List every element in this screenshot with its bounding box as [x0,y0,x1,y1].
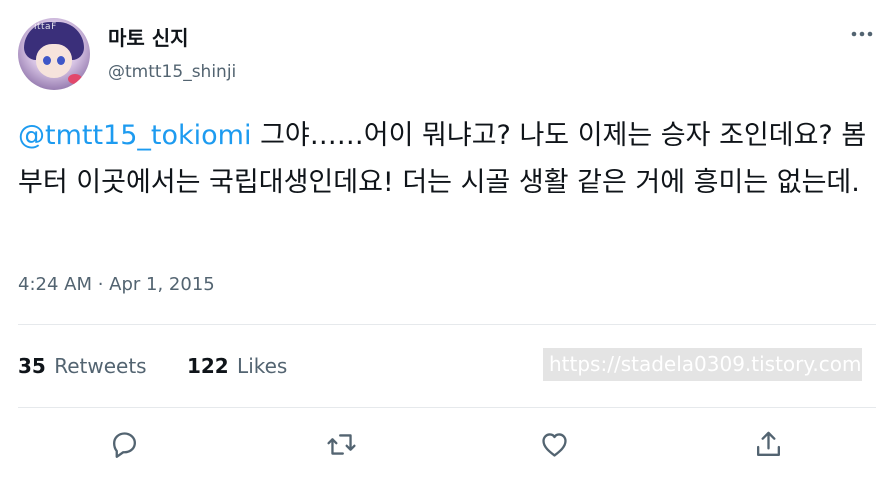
tweet-text: @tmtt15_tokiomi 그야……어이 뭐냐고? 나도 이제는 승자 조인… [18,112,878,206]
avatar-face [36,44,72,78]
likes-label: Likes [237,354,288,378]
retweet-icon [326,433,356,455]
retweet-button[interactable] [321,424,361,464]
user-handle[interactable]: @tmtt15_shinji [108,62,236,82]
mention-link[interactable]: @tmtt15_tokiomi [18,120,251,151]
retweets-label: Retweets [54,354,147,378]
avatar-logo-text: ittaF [34,22,57,32]
heart-icon [541,432,567,457]
retweets-count: 35 [18,354,46,378]
like-button[interactable] [534,424,574,464]
avatar-eye-right [57,56,65,65]
retweets-stat[interactable]: 35 Retweets [18,354,153,378]
display-name[interactable]: 마토 신지 [108,22,189,51]
tweet-timestamp[interactable]: 4:24 AM · Apr 1, 2015 [18,274,215,295]
tweet-stats: 35 Retweets 122 Likes [18,354,287,378]
tweet-card: ittaF 마토 신지 @tmtt15_shinji @tmtt15_tokio… [0,0,894,499]
reply-button[interactable] [104,424,144,464]
avatar-eye-left [43,56,51,65]
share-icon [756,431,780,456]
divider-top [18,324,876,325]
share-button[interactable] [748,424,788,464]
avatar-accent [68,74,82,84]
more-dots-svg [851,31,873,37]
likes-count: 122 [186,354,229,378]
watermark: https://stadela0309.tistory.com [543,348,862,381]
reply-icon [112,431,136,458]
divider-bottom [18,407,876,408]
more-horizontal-icon[interactable] [846,22,878,46]
avatar[interactable]: ittaF [18,18,90,90]
likes-stat[interactable]: 122 Likes [187,354,287,378]
